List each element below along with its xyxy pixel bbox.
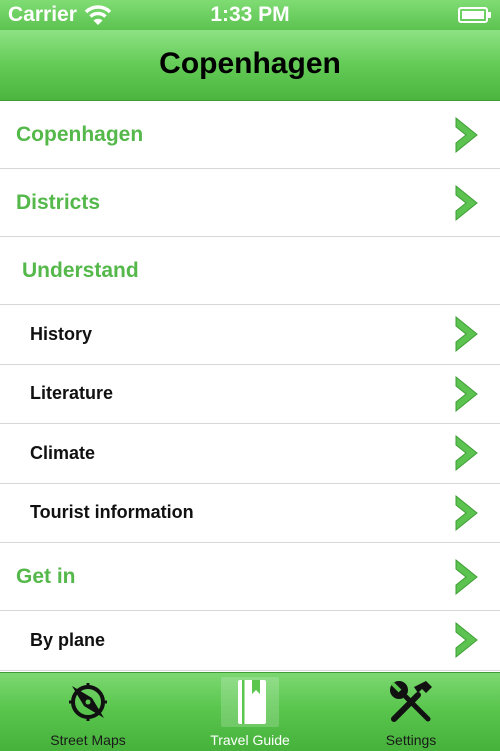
book-icon bbox=[238, 680, 266, 724]
list-item-copenhagen[interactable]: Copenhagen bbox=[0, 101, 500, 169]
tools-icon bbox=[390, 681, 432, 722]
chevron-right-icon bbox=[455, 116, 478, 153]
tab-label: Settings bbox=[385, 732, 437, 748]
section-header-label: Understand bbox=[22, 258, 139, 282]
list-item-label: Get in bbox=[16, 564, 76, 588]
list-item-districts[interactable]: Districts bbox=[0, 169, 500, 237]
tab-label: Street Maps bbox=[50, 732, 126, 748]
list-item-tourist-information[interactable]: Tourist information bbox=[0, 483, 500, 543]
status-time: 1:33 PM bbox=[210, 3, 290, 26]
tab-travel-guide[interactable]: Travel Guide bbox=[195, 673, 305, 751]
chevron-right-icon bbox=[455, 435, 478, 472]
tab-bar: Street Maps Travel Guide Settings bbox=[0, 672, 500, 751]
contents-list: Copenhagen Districts Understand History … bbox=[0, 101, 500, 671]
list-item-label: Tourist information bbox=[30, 502, 194, 523]
status-bar: Carrier 1:33 PM bbox=[0, 0, 500, 30]
compass-icon bbox=[69, 683, 107, 721]
tab-icon-container bbox=[221, 677, 279, 727]
page-title: Copenhagen bbox=[159, 47, 341, 80]
list-item-label: History bbox=[30, 323, 93, 344]
list-item-label: By plane bbox=[30, 629, 106, 650]
tab-street-maps[interactable]: Street Maps bbox=[33, 673, 143, 751]
navigation-bar: Copenhagen bbox=[0, 30, 500, 101]
tab-icon-container bbox=[382, 677, 440, 727]
tab-label: Travel Guide bbox=[210, 732, 290, 748]
list-item-get-in[interactable]: Get in bbox=[0, 543, 500, 611]
list-item-label: Copenhagen bbox=[16, 122, 144, 146]
chevron-right-icon bbox=[455, 558, 478, 595]
tab-settings[interactable]: Settings bbox=[356, 673, 466, 751]
list-item-climate[interactable]: Climate bbox=[0, 424, 500, 484]
tab-icon-container bbox=[59, 677, 117, 727]
list-item-by-plane[interactable]: By plane bbox=[0, 611, 500, 671]
chevron-right-icon bbox=[455, 316, 478, 353]
list-item-literature[interactable]: Literature bbox=[0, 364, 500, 424]
list-item-history[interactable]: History bbox=[0, 305, 500, 365]
chevron-right-icon bbox=[455, 184, 478, 221]
chevron-right-icon bbox=[455, 622, 478, 659]
list-item-label: Districts bbox=[16, 190, 101, 214]
list-item-label: Literature bbox=[30, 383, 114, 404]
battery-icon bbox=[458, 7, 491, 23]
list-item-label: Climate bbox=[30, 442, 96, 463]
chevron-right-icon bbox=[455, 494, 478, 531]
chevron-right-icon bbox=[455, 375, 478, 412]
section-header-understand: Understand bbox=[0, 237, 500, 305]
